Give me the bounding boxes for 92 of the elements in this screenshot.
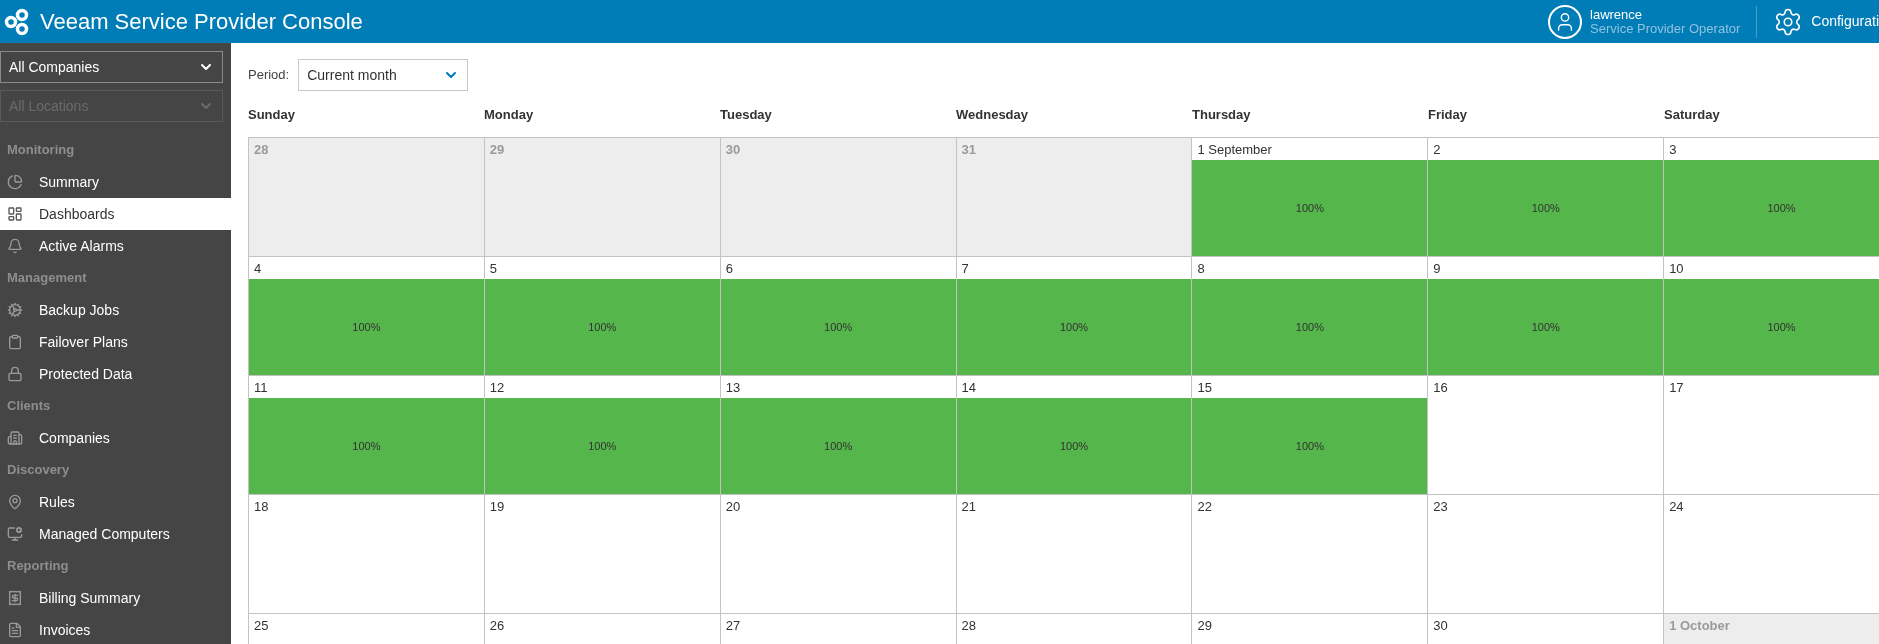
weekday-header: Saturday <box>1664 106 1721 124</box>
document-icon <box>7 622 23 638</box>
day-number: 12 <box>488 379 506 397</box>
day-number: 5 <box>488 260 499 278</box>
success-rate: 100% <box>1531 319 1560 335</box>
lock-icon <box>7 366 23 382</box>
day-number: 24 <box>1668 498 1685 516</box>
map-pin-icon <box>7 494 23 510</box>
company-dropdown[interactable]: All Companies <box>0 51 223 83</box>
day-number: 1 September <box>1196 141 1273 159</box>
day-number: 10 <box>1668 260 1685 278</box>
section-heading: Clients <box>6 397 52 416</box>
day-number: 31 <box>960 141 978 159</box>
day-number: 19 <box>488 498 506 516</box>
nav-item[interactable]: Active Alarms <box>0 230 231 262</box>
success-rate: 100% <box>1059 319 1089 335</box>
nav-item[interactable]: Companies <box>0 422 231 454</box>
success-rate: 100% <box>352 438 381 454</box>
day-number: 26 <box>488 617 506 635</box>
weekday-header: Monday <box>484 106 535 124</box>
day-number: 11 <box>253 379 269 397</box>
success-rate: 100% <box>1295 200 1324 216</box>
receipt-icon <box>7 590 23 606</box>
day-number: 20 <box>724 498 742 516</box>
user-avatar-icon <box>1548 4 1582 39</box>
nav-item[interactable]: Summary <box>0 166 231 198</box>
app-title: Veeam Service Provider Console <box>40 8 363 36</box>
nav-item[interactable]: Protected Data <box>0 358 231 390</box>
day-number: 29 <box>488 141 506 159</box>
day-number: 21 <box>960 498 978 516</box>
day-number: 2 <box>1432 141 1442 159</box>
building-icon <box>7 430 23 446</box>
nav-item[interactable]: Invoices <box>0 614 231 644</box>
weekday-header: Wednesday <box>956 106 1029 124</box>
section-heading: Discovery <box>6 461 71 480</box>
nav-item[interactable]: Failover Plans <box>0 326 231 358</box>
success-rate: 100% <box>824 438 853 454</box>
day-number: 1 October <box>1668 617 1731 635</box>
day-number: 13 <box>724 379 742 397</box>
nav-item[interactable]: Billing Summary <box>0 582 231 614</box>
success-rate: 100% <box>1295 319 1324 335</box>
monitor-gear-icon <box>7 526 23 542</box>
day-number: 9 <box>1432 260 1442 278</box>
bell-icon <box>7 238 23 254</box>
weekday-header: Tuesday <box>720 106 773 124</box>
pie-chart-icon <box>7 174 23 190</box>
period-label: Period: <box>248 66 290 85</box>
day-number: 14 <box>960 379 978 397</box>
day-number: 28 <box>253 141 270 159</box>
section-heading: Management <box>6 269 88 288</box>
period-dropdown[interactable]: Current month <box>298 59 469 91</box>
success-rate: 100% <box>588 319 617 335</box>
day-number: 23 <box>1432 498 1449 516</box>
section-heading: Reporting <box>6 557 70 576</box>
day-number: 4 <box>253 260 263 278</box>
day-number: 29 <box>1196 617 1213 635</box>
success-rate: 100% <box>1767 200 1796 216</box>
success-rate: 100% <box>824 319 853 335</box>
dashboard-icon <box>7 206 23 222</box>
day-number: 27 <box>724 617 742 635</box>
day-number: 6 <box>724 260 734 278</box>
nav-item[interactable]: Rules <box>0 486 231 518</box>
nav-item[interactable]: Managed Computers <box>0 518 231 550</box>
weekday-header: Sunday <box>248 106 296 124</box>
day-number: 17 <box>1668 379 1685 397</box>
success-rate: 100% <box>1767 319 1796 335</box>
day-number: 3 <box>1668 141 1678 159</box>
user-role: Service Provider Operator <box>1590 21 1741 36</box>
nav-item[interactable]: Dashboards <box>0 198 231 230</box>
nav-item[interactable]: Backup Jobs <box>0 294 231 326</box>
gear-icon <box>7 302 23 318</box>
weekday-header: Friday <box>1428 106 1468 124</box>
day-number: 22 <box>1196 498 1213 516</box>
success-rate: 100% <box>352 319 381 335</box>
day-number: 8 <box>1196 260 1206 278</box>
success-rate: 100% <box>1295 438 1324 454</box>
day-number: 18 <box>253 498 270 516</box>
success-rate: 100% <box>588 438 617 454</box>
day-number: 30 <box>1432 617 1449 635</box>
section-heading: Monitoring <box>6 141 76 160</box>
weekday-header: Thursday <box>1192 106 1252 124</box>
day-number: 30 <box>724 141 742 159</box>
day-number: 15 <box>1196 379 1213 397</box>
clipboard-icon <box>7 334 23 350</box>
success-rate: 100% <box>1531 200 1560 216</box>
success-rate: 100% <box>1059 438 1089 454</box>
day-number: 7 <box>960 260 970 278</box>
user-name: lawrence <box>1590 7 1644 22</box>
day-number: 25 <box>253 617 270 635</box>
day-number: 16 <box>1432 379 1449 397</box>
configuration-link[interactable]: Configurati <box>1811 11 1879 32</box>
day-number: 28 <box>960 617 978 635</box>
